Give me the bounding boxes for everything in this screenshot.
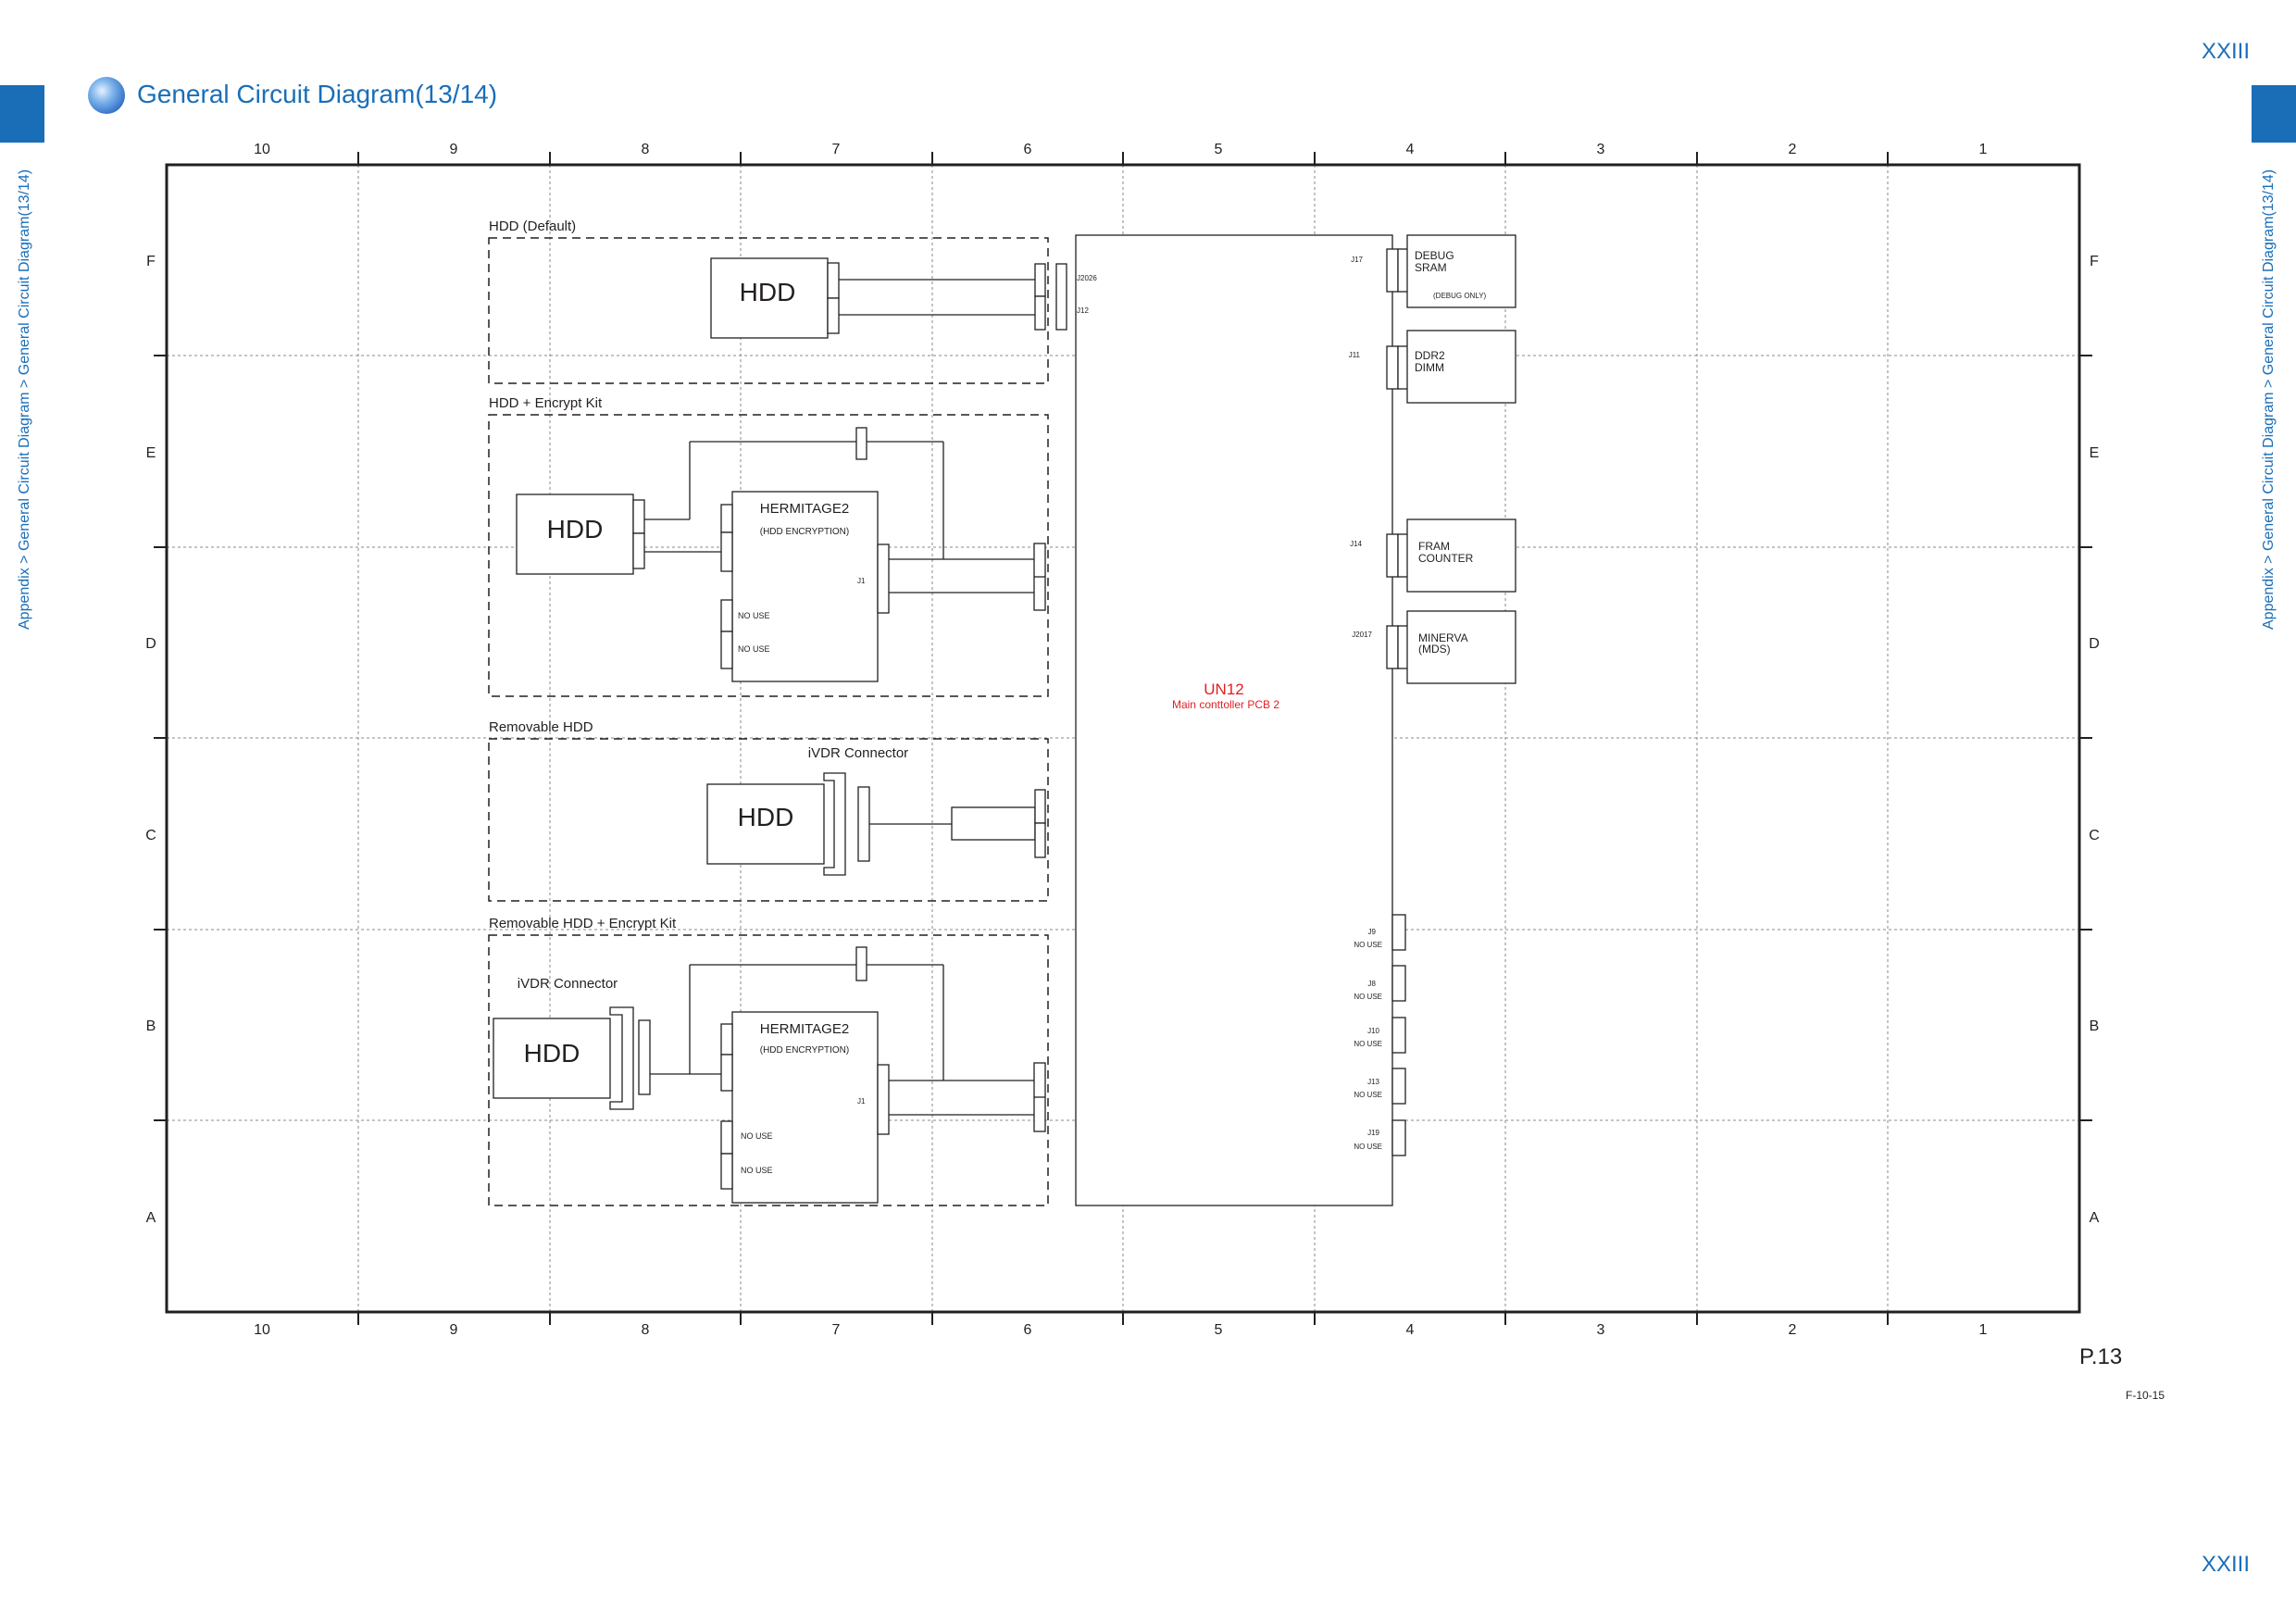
col-label-bottom: 3 (1597, 1322, 1605, 1338)
jack-label-j8: J8 (1368, 980, 1377, 988)
kit-titles: HDD (Default) HDD + Encrypt Kit Removabl… (489, 219, 677, 931)
hermitage-sublabel: (HDD ENCRYPTION) (760, 1045, 849, 1056)
col-label-top: 5 (1215, 142, 1223, 157)
jack-label-j19: J19 (1367, 1129, 1379, 1137)
no-use-label: NO USE (1354, 1040, 1382, 1048)
jack-label-j12: J12 (1077, 306, 1089, 315)
connector-j9 (1391, 914, 1406, 951)
hermitage-label: HERMITAGE2 (760, 1021, 849, 1037)
col-label-bottom: 10 (254, 1322, 270, 1338)
col-label-top: 6 (1024, 142, 1032, 157)
hermitage-sublabel: (HDD ENCRYPTION) (760, 527, 849, 537)
ddr2-dimm-label: DDR2 (1415, 349, 1445, 362)
col-label-top: 4 (1406, 142, 1415, 157)
ivdr-connector-label: iVDR Connector (518, 976, 618, 992)
connector-j13 (1391, 1068, 1406, 1105)
col-label-top: 8 (642, 142, 650, 157)
page-reference: P.13 (2079, 1344, 2123, 1369)
no-use-label: NO USE (741, 1131, 773, 1141)
circuit-diagram: 10 9 8 7 6 5 4 3 2 1 10 9 8 7 6 5 4 3 2 … (145, 142, 2100, 1338)
row-label-left: D (145, 636, 156, 652)
col-label-top: 1 (1979, 142, 1988, 157)
col-label-top: 7 (832, 142, 841, 157)
row-label-right: F (2090, 254, 2099, 269)
row-label-left: C (145, 828, 156, 843)
jack-label-j2017: J2017 (1352, 631, 1372, 639)
ddr2-dimm-label: DIMM (1415, 361, 1444, 374)
jack-label-j17: J17 (1351, 256, 1363, 264)
col-label-top: 2 (1789, 142, 1797, 157)
col-label-bottom: 6 (1024, 1322, 1032, 1338)
hdd-label: HDD (740, 278, 796, 306)
row-label-right: D (2089, 636, 2100, 652)
daughter-board-labels: DEBUG SRAM (DEBUG ONLY) DDR2 DIMM FRAM C… (1415, 249, 1487, 656)
row-label-right: B (2090, 1018, 2100, 1034)
col-label-bottom: 1 (1979, 1322, 1988, 1338)
hdd-encrypt-unit (516, 427, 1046, 682)
no-use-label: NO USE (1354, 1091, 1382, 1099)
un12-sublabel: Main conttoller PCB 2 (1172, 698, 1279, 711)
col-label-top: 9 (450, 142, 458, 157)
hdd-label: HDD (524, 1039, 580, 1068)
jack-label-j13: J13 (1367, 1078, 1379, 1086)
jack-label-j10: J10 (1367, 1027, 1379, 1035)
col-label-top: 3 (1597, 142, 1605, 157)
section-label-removable-hdd: Removable HDD (489, 719, 593, 735)
j1-label: J1 (857, 1097, 866, 1106)
hdd-label: HDD (547, 515, 604, 543)
col-label-bottom: 8 (642, 1322, 650, 1338)
fram-counter-label: FRAM (1418, 540, 1450, 553)
minerva-label: (MDS) (1418, 643, 1451, 656)
no-use-label: NO USE (1354, 993, 1382, 1001)
fram-counter-label: COUNTER (1418, 552, 1474, 565)
row-label-left: E (146, 445, 156, 461)
j1-label: J1 (857, 577, 866, 585)
debug-sram-label: SRAM (1415, 261, 1447, 274)
col-label-bottom: 7 (832, 1322, 841, 1338)
col-label-bottom: 9 (450, 1322, 458, 1338)
row-label-left: F (146, 254, 156, 269)
connector-j19 (1391, 1119, 1406, 1156)
no-use-label: NO USE (1354, 1143, 1382, 1151)
un12-board (1075, 234, 1393, 1206)
col-label-bottom: 2 (1789, 1322, 1797, 1338)
debug-sram-label: DEBUG (1415, 249, 1454, 262)
connector-j8 (1391, 965, 1406, 1002)
hermitage-label: HERMITAGE2 (760, 501, 849, 517)
section-label-removable-encrypt: Removable HDD + Encrypt Kit (489, 916, 677, 931)
jack-label-j14: J14 (1350, 540, 1362, 548)
ivdr-connector-label: iVDR Connector (808, 745, 908, 761)
no-use-label: NO USE (738, 644, 770, 654)
row-label-left: A (146, 1210, 156, 1226)
col-label-bottom: 4 (1406, 1322, 1415, 1338)
un12-connectors (1386, 234, 1516, 1156)
jack-label-j9: J9 (1368, 928, 1377, 936)
section-label-hdd-default: HDD (Default) (489, 219, 576, 234)
row-label-left: B (146, 1018, 156, 1034)
jack-label-j2026: J2026 (1077, 274, 1097, 282)
debug-only-label: (DEBUG ONLY) (1433, 292, 1487, 300)
no-use-label: NO USE (1354, 941, 1382, 949)
no-use-label: NO USE (741, 1166, 773, 1175)
col-label-bottom: 5 (1215, 1322, 1223, 1338)
jack-label-j11: J11 (1349, 351, 1361, 359)
no-use-label: NO USE (738, 611, 770, 620)
figure-reference: F-10-15 (2126, 1389, 2165, 1402)
un12-label: UN12 (1204, 681, 1243, 698)
row-label-right: C (2089, 828, 2100, 843)
section-label-hdd-encrypt: HDD + Encrypt Kit (489, 395, 603, 411)
connector-j10 (1391, 1017, 1406, 1054)
col-label-top: 10 (254, 142, 270, 157)
row-label-right: E (2090, 445, 2100, 461)
row-label-right: A (2090, 1210, 2100, 1226)
hdd-label: HDD (738, 803, 794, 831)
